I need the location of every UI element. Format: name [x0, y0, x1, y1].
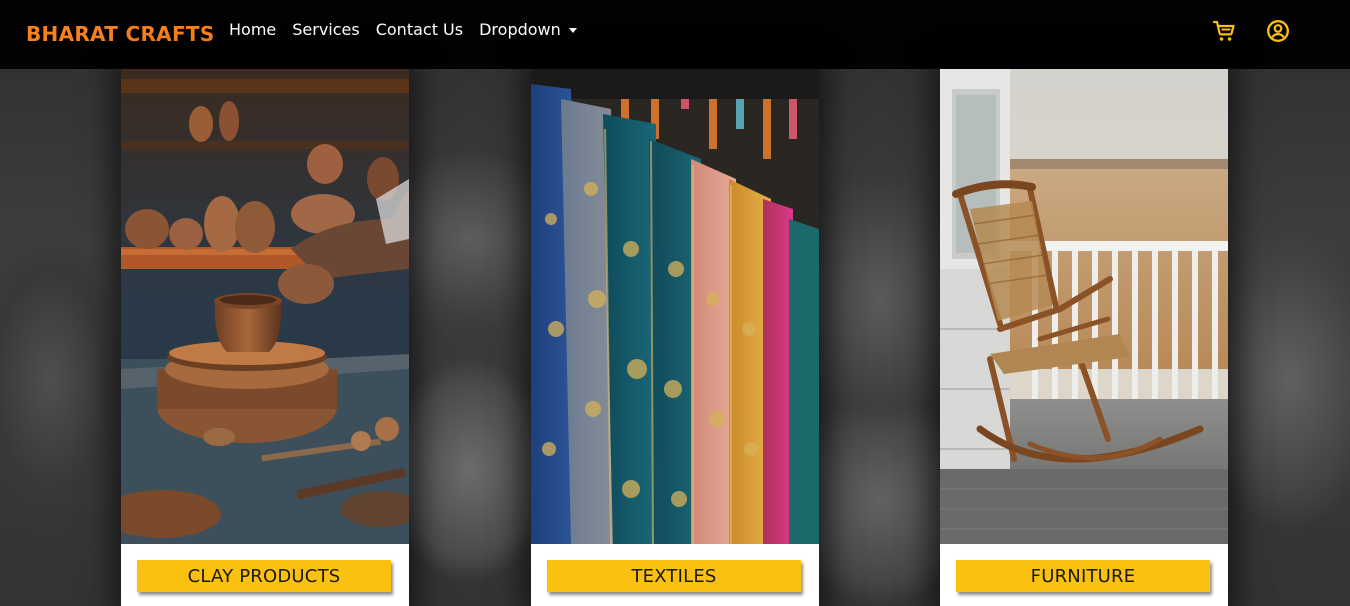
nav-item-dropdown-label: Dropdown — [479, 20, 561, 39]
furniture-image[interactable] — [940, 69, 1228, 544]
clay-products-button[interactable]: CLAY PRODUCTS — [137, 560, 391, 592]
card-textiles: TEXTILES — [531, 69, 819, 606]
textiles-button[interactable]: TEXTILES — [547, 560, 801, 592]
furniture-button[interactable]: FURNITURE — [956, 560, 1210, 592]
caret-down-icon — [568, 28, 577, 33]
card-clay-products: CLAY PRODUCTS — [121, 69, 409, 606]
nav-item-contact[interactable]: Contact Us — [376, 20, 463, 39]
user-circle-icon[interactable] — [1266, 19, 1290, 43]
brand-logo[interactable]: BHARAT CRAFTS — [26, 22, 215, 46]
cart-icon[interactable] — [1212, 19, 1236, 43]
navbar: BHARAT CRAFTS Home Services Contact Us D… — [0, 0, 1350, 69]
nav-dropdown-toggle[interactable]: Dropdown — [479, 20, 577, 39]
card-furniture: FURNITURE — [940, 69, 1228, 606]
textiles-image[interactable] — [531, 69, 819, 544]
clay-products-image[interactable] — [121, 69, 409, 544]
nav-item-services[interactable]: Services — [292, 20, 359, 39]
nav-item-home[interactable]: Home — [229, 20, 276, 39]
nav-links: Home Services Contact Us Dropdown — [229, 20, 593, 39]
